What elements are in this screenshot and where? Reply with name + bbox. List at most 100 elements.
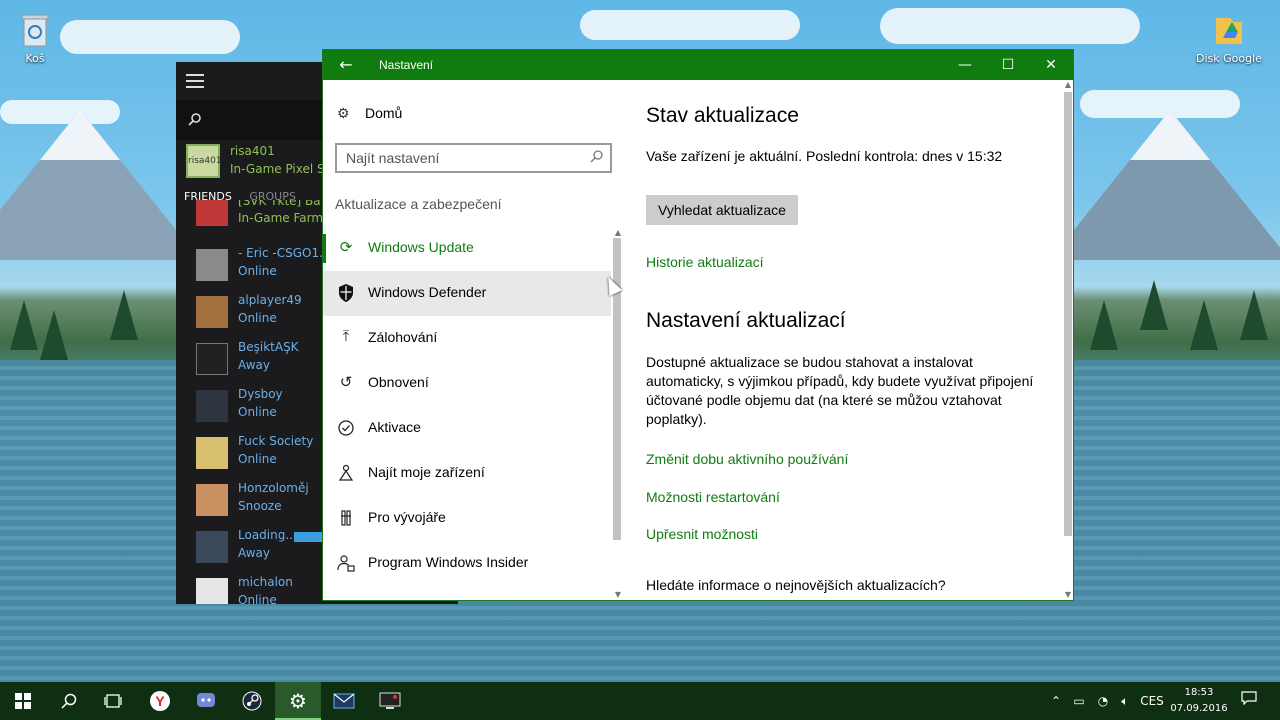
tray-wifi-icon[interactable]: ◔ bbox=[1092, 682, 1114, 720]
window-title: Nastavení bbox=[379, 58, 434, 72]
scroll-down-icon[interactable]: ▼ bbox=[613, 590, 623, 600]
clock-date: 07.09.2016 bbox=[1170, 703, 1228, 714]
screen-recorder-icon bbox=[379, 692, 401, 709]
friend-status: Away bbox=[238, 358, 270, 372]
google-drive-icon bbox=[1216, 18, 1242, 44]
latest-updates-question: Hledáte informace o nejnovějších aktuali… bbox=[646, 577, 946, 593]
settings-window: ← Nastavení — ☐ ✕ ⚙ Domů Najít nastavení … bbox=[322, 49, 1074, 601]
tree bbox=[1090, 300, 1118, 350]
hamburger-menu-icon[interactable] bbox=[186, 74, 204, 88]
active-hours-link[interactable]: Změnit dobu aktivního používání bbox=[646, 451, 848, 467]
section-title: Aktualizace a zabezpečení bbox=[335, 196, 502, 212]
tree bbox=[1140, 280, 1168, 330]
clock-time: 18:53 bbox=[1184, 687, 1214, 698]
restart-options-link[interactable]: Možnosti restartování bbox=[646, 489, 780, 505]
back-button[interactable]: ← bbox=[323, 50, 369, 80]
mountain-snow bbox=[40, 110, 120, 160]
mountain-snow bbox=[1130, 110, 1210, 160]
profile-name: risa401 bbox=[230, 144, 275, 158]
friend-status: Online bbox=[238, 311, 277, 325]
search-icon bbox=[188, 113, 201, 126]
nav-item-backup[interactable]: ⤒ Zálohování bbox=[323, 316, 611, 361]
checkmark-circle-icon bbox=[338, 420, 354, 436]
tray-overflow-chevron-icon[interactable]: ⌃ bbox=[1046, 682, 1066, 720]
avatar: risa401 bbox=[186, 144, 222, 178]
taskbar-app-yandex[interactable]: Y bbox=[137, 682, 183, 720]
update-settings-description: Dostupné aktualizace se budou stahovat a… bbox=[646, 354, 1034, 427]
close-button[interactable]: ✕ bbox=[1029, 50, 1073, 80]
yandex-browser-icon: Y bbox=[150, 691, 170, 711]
friend-status: Online bbox=[238, 405, 277, 419]
avatar bbox=[196, 437, 228, 469]
settings-nav: ⚙ Domů Najít nastavení Aktualizace a zabe… bbox=[323, 80, 613, 600]
taskbar-app-settings[interactable]: ⚙ bbox=[275, 682, 321, 720]
scroll-up-icon[interactable]: ▲ bbox=[1063, 80, 1073, 90]
nav-item-windows-update[interactable]: ⟳ Windows Update bbox=[323, 226, 611, 271]
scrollbar-thumb[interactable] bbox=[1064, 92, 1072, 536]
nav-item-for-developers[interactable]: Pro vývojáře bbox=[323, 496, 611, 541]
start-button[interactable] bbox=[0, 682, 46, 720]
tray-battery-icon[interactable]: ▭ bbox=[1068, 682, 1090, 720]
nav-item-label: Program Windows Insider bbox=[368, 554, 529, 570]
minimize-button[interactable]: — bbox=[943, 50, 987, 80]
update-history-link[interactable]: Historie aktualizací bbox=[646, 254, 764, 270]
advanced-options-link[interactable]: Upřesnit možnosti bbox=[646, 526, 758, 542]
taskbar-app-mail[interactable] bbox=[321, 682, 367, 720]
friend-name: alplayer49 bbox=[238, 293, 302, 307]
scroll-down-icon[interactable]: ▼ bbox=[1063, 590, 1073, 600]
backup-arrow-icon: ⤒ bbox=[342, 328, 350, 345]
desktop-icon-label: Disk Google bbox=[1196, 52, 1262, 65]
settings-search-input[interactable]: Najít nastavení bbox=[335, 143, 612, 173]
nav-item-windows-defender[interactable]: Windows Defender bbox=[323, 271, 611, 316]
settings-gear-icon: ⚙ bbox=[289, 689, 307, 713]
desktop-icon-google-drive[interactable]: Disk Google bbox=[1194, 10, 1264, 65]
action-center-button[interactable] bbox=[1236, 682, 1262, 720]
friend-name: BeşiktAŞK bbox=[238, 340, 299, 354]
tray-language[interactable]: CES bbox=[1138, 682, 1166, 720]
cloud bbox=[60, 20, 240, 54]
history-icon: ↺ bbox=[339, 374, 353, 391]
avatar bbox=[196, 578, 228, 604]
search-icon bbox=[590, 150, 603, 163]
content-scrollbar[interactable]: ▲ ▼ bbox=[1063, 80, 1073, 600]
avatar bbox=[196, 296, 228, 328]
taskbar-app-discord[interactable] bbox=[183, 682, 229, 720]
check-updates-button[interactable]: Vyhledat aktualizace bbox=[646, 195, 798, 225]
taskbar-app-recorder[interactable] bbox=[367, 682, 413, 720]
maximize-button[interactable]: ☐ bbox=[986, 50, 1030, 80]
nav-item-label: Aktivace bbox=[368, 419, 421, 435]
home-label: Domů bbox=[365, 105, 403, 121]
friend-name: michalon bbox=[238, 575, 293, 589]
task-view-button[interactable] bbox=[90, 682, 136, 720]
discord-icon bbox=[197, 693, 215, 707]
tray-clock[interactable]: 18:53 07.09.2016 bbox=[1166, 685, 1232, 717]
tray-volume-icon[interactable]: 🔈︎ bbox=[1114, 682, 1136, 720]
nav-item-recovery[interactable]: ↺ Obnovení bbox=[323, 361, 611, 406]
taskbar: Y ⚙ ⌃ ▭ ◔ 🔈︎ CES 18:53 07.09.2016 bbox=[0, 682, 1280, 720]
nav-item-label: Najít moje zařízení bbox=[368, 464, 485, 480]
update-status-text: Vaše zařízení je aktuální. Poslední kont… bbox=[646, 148, 1003, 164]
title-bar[interactable]: ← Nastavení — ☐ ✕ bbox=[323, 50, 1073, 80]
tree bbox=[110, 290, 138, 340]
cloud bbox=[580, 10, 800, 40]
nav-item-windows-insider[interactable]: Program Windows Insider bbox=[323, 541, 611, 586]
svg-text:Y: Y bbox=[155, 693, 165, 709]
nav-item-label: Zálohování bbox=[368, 329, 438, 345]
home-link[interactable]: ⚙ Domů bbox=[337, 105, 402, 122]
profile-status: In-Game Pixel Su bbox=[230, 162, 330, 176]
nav-item-find-my-device[interactable]: Najít moje zařízení bbox=[323, 451, 611, 496]
search-button[interactable] bbox=[46, 682, 92, 720]
friend-name: [SVK Tkte] Ba bbox=[238, 200, 321, 208]
avatar bbox=[196, 484, 228, 516]
desktop-icon-recycle-bin[interactable]: Koš bbox=[0, 10, 70, 65]
insider-person-icon bbox=[337, 555, 355, 572]
friend-name: - Eric -CSGO1.C bbox=[238, 246, 332, 260]
nav-item-label: Pro vývojáře bbox=[368, 509, 446, 525]
tree bbox=[1190, 300, 1218, 350]
sync-icon: ⟳ bbox=[339, 239, 353, 256]
scroll-up-icon[interactable]: ▲ bbox=[613, 228, 623, 238]
friend-status: Away bbox=[238, 546, 270, 560]
nav-item-activation[interactable]: Aktivace bbox=[323, 406, 611, 451]
page-title: Stav aktualizace bbox=[646, 104, 799, 127]
taskbar-app-steam[interactable] bbox=[229, 682, 275, 720]
